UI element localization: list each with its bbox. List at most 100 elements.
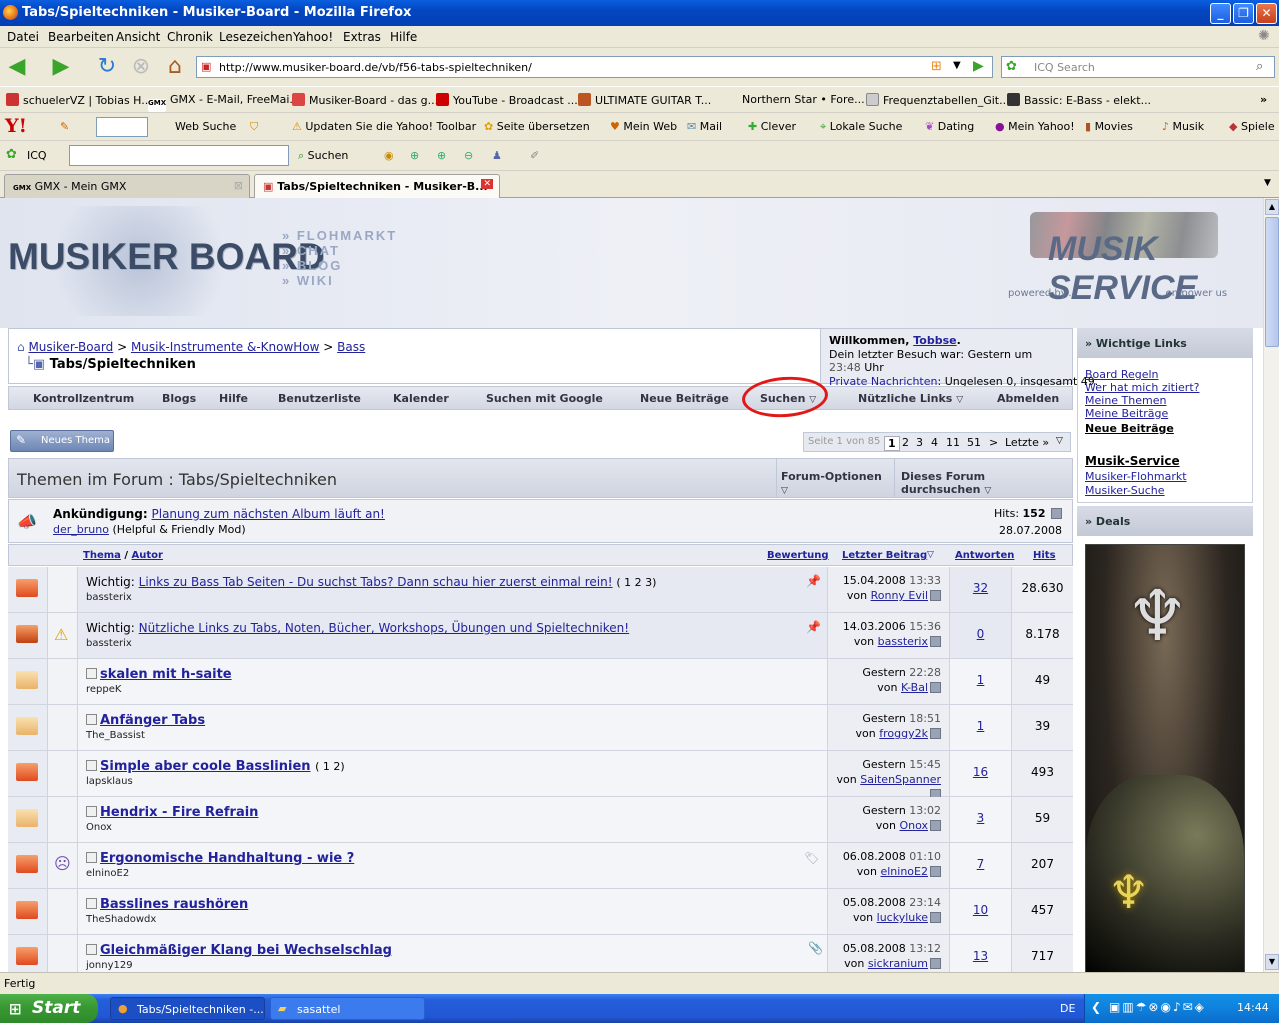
url-bar[interactable]: ▣ http://www.musiker-board.de/vb/f56-tab… [196, 56, 993, 78]
sidebar-meine-themen[interactable]: Meine Themen [1085, 394, 1166, 407]
announcement-author[interactable]: der_bruno [53, 523, 109, 536]
sort-thema[interactable]: Thema [83, 550, 121, 561]
thread-title[interactable]: Anfänger Tabs [100, 713, 205, 728]
page-1[interactable]: 1 [884, 436, 900, 451]
thread-author[interactable]: lapsklaus [86, 776, 133, 787]
thread-author[interactable]: jonny129 [86, 960, 133, 971]
bookmark-youtube[interactable]: YouTube - Broadcast ... [436, 93, 578, 107]
reply-count[interactable]: 7 [977, 857, 985, 871]
eraser-icon[interactable]: ✐ [530, 149, 539, 162]
breadcrumb-instrumente[interactable]: Musik-Instrumente &-KnowHow [131, 340, 320, 354]
menu-ansicht[interactable]: Ansicht [116, 30, 160, 44]
reply-count[interactable]: 32 [973, 581, 988, 595]
thread-title[interactable]: Basslines raushören [100, 897, 248, 912]
bookmarks-overflow-icon[interactable]: » [1260, 93, 1267, 106]
taskbar-firefox[interactable]: ● Tabs/Spieltechniken -... [110, 997, 265, 1020]
menu-hilfe[interactable]: Hilfe [390, 30, 417, 44]
bookmark-frequenztabellen[interactable]: Frequenztabellen_Git... [866, 93, 1010, 107]
scroll-up-icon[interactable]: ▲ [1265, 199, 1279, 215]
go-arrow-icon[interactable] [930, 636, 941, 647]
reload-icon[interactable]: ↻ [94, 56, 120, 78]
go-icon[interactable]: ▶ [973, 58, 984, 74]
last-poster[interactable]: bassterix [878, 635, 928, 648]
thread-title[interactable]: Ergonomische Handhaltung - wie ? [100, 851, 354, 866]
sort-autor[interactable]: Autor [132, 550, 163, 561]
tab-list-icon[interactable]: ▼ [1264, 178, 1271, 188]
taskbar-sasattel[interactable]: ▰ sasattel [270, 997, 425, 1020]
deals-ad-banner[interactable]: ♆ ♆ [1085, 544, 1245, 972]
rss-icon[interactable]: ⊞ [931, 59, 942, 74]
tray-icons[interactable]: ▣▥☂⊗◉♪✉◈ [1109, 1000, 1206, 1014]
user-link[interactable]: Tobbse [913, 334, 956, 347]
new-thread-button[interactable]: ✎ Neues Thema [10, 430, 114, 452]
yahoo-movies[interactable]: ▮ Movies [1085, 120, 1133, 133]
menu-chronik[interactable]: Chronik [167, 30, 213, 44]
reply-count[interactable]: 3 [977, 811, 985, 825]
nav-blogs[interactable]: Blogs [162, 392, 196, 405]
thread-author[interactable]: bassterix [86, 592, 132, 603]
go-arrow-icon[interactable] [930, 820, 941, 831]
nav-hilfe[interactable]: Hilfe [219, 392, 248, 405]
go-arrow-icon[interactable] [930, 682, 941, 693]
sidebar-suche[interactable]: Musiker-Suche [1085, 484, 1165, 497]
forum-search-button[interactable]: Dieses Forum durchsuchen ▽ [894, 459, 1073, 497]
vertical-scrollbar[interactable]: ▲ ▼ [1263, 198, 1279, 972]
page-3[interactable]: 3 [916, 436, 923, 449]
bookmark-schuelervz[interactable]: schuelerVZ | Tobias H... [6, 93, 152, 107]
thread-author[interactable]: elninoE2 [86, 868, 129, 879]
minimize-button[interactable]: _ [1210, 3, 1231, 24]
nav-abmelden[interactable]: Abmelden [997, 392, 1059, 405]
reply-count[interactable]: 1 [977, 719, 985, 733]
back-icon[interactable]: ◀ [4, 56, 30, 78]
forward-icon[interactable]: ▶ [48, 56, 74, 78]
yahoo-mein-web[interactable]: ♥ Mein Web [610, 120, 677, 133]
zoom-icon[interactable]: ⊕ [437, 149, 446, 162]
header-link-wiki[interactable]: » WIKI [282, 273, 334, 288]
page-2[interactable]: 2 [902, 436, 909, 449]
sidebar-board-regeln[interactable]: Board Regeln [1085, 368, 1159, 381]
icq-label[interactable]: ICQ [27, 149, 47, 162]
go-arrow-icon[interactable] [1051, 508, 1062, 519]
nav-neue-beitraege[interactable]: Neue Beiträge [640, 392, 729, 405]
last-poster[interactable]: Ronny Evil [871, 589, 928, 602]
last-poster[interactable]: Onox [899, 819, 928, 832]
thread-author[interactable]: The_Bassist [86, 730, 145, 741]
yahoo-clever[interactable]: ✚ Clever [748, 120, 796, 133]
thread-author[interactable]: reppeK [86, 684, 121, 695]
menu-extras[interactable]: Extras [343, 30, 381, 44]
thread-pages[interactable]: ( 1 2) [315, 760, 345, 773]
start-button[interactable]: ⊞ Start [0, 994, 98, 1023]
header-link-blog[interactable]: » BLOG [282, 258, 342, 273]
shield-icon[interactable]: ⛉ [250, 120, 258, 134]
yahoo-logo-icon[interactable]: Y! [5, 115, 27, 137]
yahoo-mail[interactable]: ✉ Mail [687, 120, 722, 133]
last-poster[interactable]: elninoE2 [880, 865, 928, 878]
yahoo-translate[interactable]: ✿ Seite übersetzen [484, 120, 590, 133]
search-bar[interactable]: ✿ ICQ Search ⌕ [1001, 56, 1275, 78]
url-dropdown-icon[interactable]: ▼ [953, 60, 961, 71]
sidebar-zitiert[interactable]: Wer hat mich zitiert? [1085, 381, 1199, 394]
page-11[interactable]: 11 [946, 436, 960, 449]
thread-pages[interactable]: ( 1 2 3) [616, 576, 656, 589]
menu-lesezeichen[interactable]: Lesezeichen [219, 30, 293, 44]
breadcrumb-musikerboard[interactable]: Musiker-Board [28, 340, 113, 354]
thread-title[interactable]: skalen mit h-saite [100, 667, 232, 682]
search-icon[interactable]: ⌕ [1256, 59, 1263, 74]
thread-title[interactable]: Links zu Bass Tab Seiten - Du suchst Tab… [139, 575, 613, 589]
chevron-down-icon[interactable]: ▽ [1056, 436, 1063, 446]
thread-title[interactable]: Simple aber coole Basslinien [100, 759, 311, 774]
last-poster[interactable]: luckyluke [877, 911, 928, 924]
thread-author[interactable]: bassterix [86, 638, 132, 649]
bookmark-gmx[interactable]: GMX GMX - E-Mail, FreeMai... [148, 93, 300, 112]
tab-close-icon[interactable]: ✕ [481, 179, 493, 189]
sort-antworten[interactable]: Antworten [955, 550, 1014, 561]
scroll-thumb[interactable] [1265, 217, 1279, 347]
go-arrow-icon[interactable] [930, 590, 941, 601]
pencil-icon[interactable]: ✎ [60, 120, 69, 133]
zoom-out-icon[interactable]: ⊖ [464, 149, 473, 162]
icq-search-input[interactable] [69, 145, 289, 166]
thread-author[interactable]: Onox [86, 822, 112, 833]
close-button[interactable]: ✕ [1256, 3, 1277, 24]
yahoo-search-input[interactable] [96, 117, 148, 137]
last-poster[interactable]: K-Bal [901, 681, 928, 694]
